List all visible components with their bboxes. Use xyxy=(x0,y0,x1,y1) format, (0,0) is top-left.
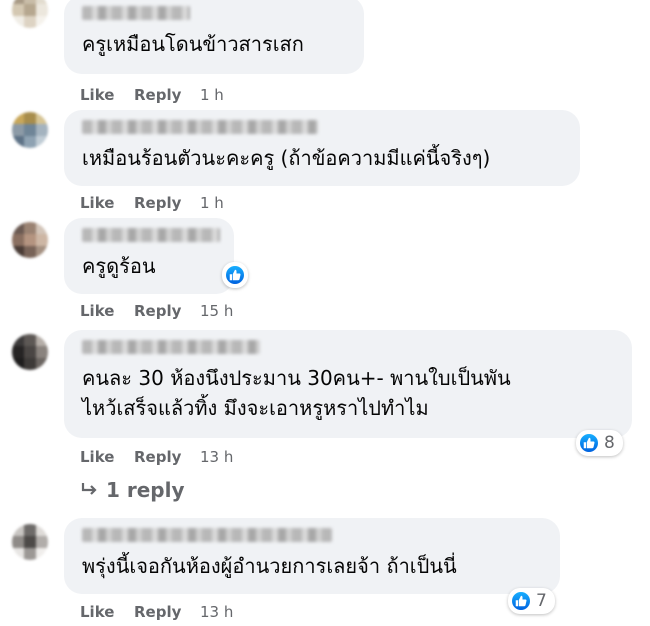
like-button[interactable]: Like xyxy=(80,302,134,320)
comment-bubble: คนละ 30 ห้องนึงประมาน 30คน+- พานใบเป็นพั… xyxy=(64,330,632,438)
avatar[interactable] xyxy=(12,524,48,560)
comment-actions: Like Reply 13 h xyxy=(80,603,233,621)
reaction-summary[interactable] xyxy=(222,262,248,288)
view-replies-link[interactable]: 1 reply xyxy=(80,478,185,502)
reply-button[interactable]: Reply xyxy=(134,603,200,621)
avatar[interactable] xyxy=(12,112,48,148)
comment-text-line-1: คนละ 30 ห้องนึงประมาน 30คน+- พานใบเป็นพั… xyxy=(82,366,511,390)
avatar[interactable] xyxy=(12,0,48,28)
comment-text: ครูดูร้อน xyxy=(82,254,156,278)
reply-button[interactable]: Reply xyxy=(134,448,200,466)
reaction-summary[interactable]: 7 xyxy=(508,588,555,614)
comment-actions: Like Reply 15 h xyxy=(80,302,233,320)
reply-button[interactable]: Reply xyxy=(134,302,200,320)
comment-actions: Like Reply 13 h xyxy=(80,448,233,466)
like-button[interactable]: Like xyxy=(80,86,134,104)
author-name[interactable] xyxy=(82,228,220,242)
comment-text: พรุ่งนี้เจอกันห้องผู้อำนวยการเลยจ้า ถ้าเ… xyxy=(82,554,457,578)
author-name[interactable] xyxy=(82,120,318,134)
author-name[interactable] xyxy=(82,6,190,20)
reaction-summary[interactable]: 8 xyxy=(576,430,623,456)
comment-time[interactable]: 1 h xyxy=(200,194,224,212)
reply-arrow-icon xyxy=(81,483,97,495)
author-name[interactable] xyxy=(82,528,332,542)
like-button[interactable]: Like xyxy=(80,194,134,212)
avatar[interactable] xyxy=(12,222,48,258)
reaction-count: 8 xyxy=(604,433,615,453)
replies-count-label[interactable]: 1 reply xyxy=(106,478,185,502)
like-icon xyxy=(510,590,532,612)
reply-button[interactable]: Reply xyxy=(134,194,200,212)
comment-time[interactable]: 13 h xyxy=(200,448,233,466)
like-icon xyxy=(578,432,600,454)
comment-bubble: เหมือนร้อนตัวนะคะครู (ถ้าข้อความมีแค่นี้… xyxy=(64,110,580,186)
like-icon xyxy=(224,264,246,286)
reaction-count: 7 xyxy=(536,591,547,611)
comment-text: เหมือนร้อนตัวนะคะครู (ถ้าข้อความมีแค่นี้… xyxy=(82,146,491,170)
reply-button[interactable]: Reply xyxy=(134,86,200,104)
comment-time[interactable]: 1 h xyxy=(200,86,224,104)
comment-time[interactable]: 15 h xyxy=(200,302,233,320)
comment-actions: Like Reply 1 h xyxy=(80,194,224,212)
avatar[interactable] xyxy=(12,334,48,370)
comment-bubble: พรุ่งนี้เจอกันห้องผู้อำนวยการเลยจ้า ถ้าเ… xyxy=(64,518,560,594)
like-button[interactable]: Like xyxy=(80,448,134,466)
comment-text-line-2: ไหว้เสร็จแล้วทิ้ง มึงจะเอาหรูหราไปทำไม xyxy=(82,396,429,420)
comment-time[interactable]: 13 h xyxy=(200,603,233,621)
comment-bubble: ครูเหมือนโดนข้าวสารเสก xyxy=(64,0,364,74)
comment-bubble: ครูดูร้อน xyxy=(64,218,234,294)
comment-actions: Like Reply 1 h xyxy=(80,86,224,104)
author-name[interactable] xyxy=(82,340,260,354)
comment-text: ครูเหมือนโดนข้าวสารเสก xyxy=(82,32,304,56)
like-button[interactable]: Like xyxy=(80,603,134,621)
